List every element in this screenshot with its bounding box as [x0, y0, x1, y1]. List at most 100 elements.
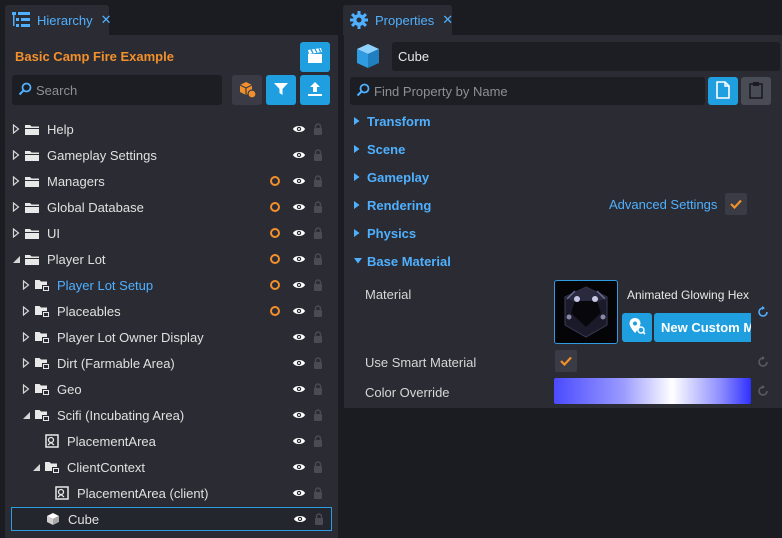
copy-properties-button[interactable]	[708, 77, 738, 105]
tree-item[interactable]: Geo	[11, 377, 332, 401]
reset-icon[interactable]	[757, 306, 769, 318]
expand-arrow-icon[interactable]	[31, 462, 41, 472]
lock-icon[interactable]	[313, 175, 323, 187]
lock-icon[interactable]	[313, 435, 323, 447]
visibility-eye-icon[interactable]	[292, 202, 306, 212]
tree-item[interactable]: ClientContext	[11, 455, 332, 479]
close-icon[interactable]: ✕	[442, 12, 453, 28]
use-smart-material-checkbox[interactable]	[555, 350, 577, 372]
script-icon	[54, 486, 70, 500]
new-custom-material-button[interactable]: New Custom Ma	[654, 313, 751, 342]
visibility-eye-icon[interactable]	[292, 384, 306, 394]
use-smart-material-label: Use Smart Material	[365, 355, 477, 370]
visibility-eye-icon[interactable]	[292, 462, 306, 472]
tree-item[interactable]: Placeables	[11, 299, 332, 323]
tree-item-label: Player Lot Setup	[57, 277, 154, 293]
visibility-eye-icon[interactable]	[292, 410, 306, 420]
visibility-eye-icon[interactable]	[292, 124, 306, 134]
tree-item[interactable]: UI	[11, 221, 332, 245]
lock-icon[interactable]	[313, 305, 323, 317]
reset-icon[interactable]	[757, 385, 769, 397]
clapperboard-icon	[306, 47, 324, 68]
lock-icon[interactable]	[313, 279, 323, 291]
tree-item[interactable]: PlacementArea	[11, 429, 332, 453]
hierarchy-search[interactable]	[12, 75, 222, 105]
section-header[interactable]: Scene	[345, 136, 782, 162]
close-icon[interactable]: ✕	[101, 12, 112, 28]
lock-icon[interactable]	[313, 409, 323, 421]
lock-icon[interactable]	[313, 331, 323, 343]
material-locate-button[interactable]	[622, 313, 652, 342]
tree-item[interactable]: Dirt (Farmable Area)	[11, 351, 332, 375]
lock-icon[interactable]	[313, 383, 323, 395]
upload-button[interactable]	[300, 75, 330, 105]
reset-icon[interactable]	[757, 356, 769, 368]
tree-item[interactable]: Managers	[11, 169, 332, 193]
visibility-eye-icon[interactable]	[292, 176, 306, 186]
section-header[interactable]: Gameplay	[345, 164, 782, 190]
lock-icon[interactable]	[313, 201, 323, 213]
lock-icon[interactable]	[313, 357, 323, 369]
tree-item[interactable]: Player Lot Owner Display	[11, 325, 332, 349]
collapse-arrow-icon[interactable]	[11, 124, 21, 134]
advanced-settings-checkbox[interactable]	[725, 193, 747, 215]
lock-icon[interactable]	[313, 149, 323, 161]
clapperboard-button[interactable]	[300, 42, 330, 72]
search-icon	[18, 82, 32, 99]
tree-item[interactable]: Gameplay Settings	[11, 143, 332, 167]
lock-icon[interactable]	[313, 253, 323, 265]
lock-icon[interactable]	[313, 123, 323, 135]
tree-item[interactable]: Player Lot	[11, 247, 332, 271]
collapse-arrow-icon[interactable]	[21, 306, 31, 316]
tree-item-label: Player Lot	[47, 251, 106, 267]
find-property-search[interactable]	[350, 77, 705, 105]
section-header[interactable]: Base Material	[345, 248, 782, 274]
lock-icon[interactable]	[313, 461, 323, 473]
tree-item[interactable]: Player Lot Setup	[11, 273, 332, 297]
tree-item[interactable]: Cube	[11, 507, 332, 531]
paste-properties-button[interactable]	[741, 77, 771, 105]
collapse-arrow-icon[interactable]	[21, 332, 31, 342]
visibility-eye-icon[interactable]	[293, 514, 307, 524]
collapse-arrow-icon[interactable]	[21, 384, 31, 394]
section-header[interactable]: Physics	[345, 220, 782, 246]
visibility-eye-icon[interactable]	[292, 280, 306, 290]
visibility-eye-icon[interactable]	[292, 358, 306, 368]
search-input[interactable]	[36, 82, 222, 98]
visibility-eye-icon[interactable]	[292, 436, 306, 446]
visibility-eye-icon[interactable]	[292, 150, 306, 160]
collapse-arrow-icon[interactable]	[21, 280, 31, 290]
tab-hierarchy[interactable]: Hierarchy ✕	[5, 5, 112, 35]
tree-item[interactable]: Help	[11, 117, 332, 141]
tree-item[interactable]: Global Database	[11, 195, 332, 219]
tree-item[interactable]: PlacementArea (client)	[11, 481, 332, 505]
object-library-button[interactable]	[232, 75, 262, 105]
visibility-eye-icon[interactable]	[292, 254, 306, 264]
object-name-field[interactable]: Cube	[392, 42, 780, 71]
find-property-input[interactable]	[374, 83, 705, 99]
visibility-eye-icon[interactable]	[292, 306, 306, 316]
expand-arrow-icon[interactable]	[11, 254, 21, 264]
tab-properties[interactable]: Properties ✕	[343, 5, 453, 35]
collapse-arrow-icon[interactable]	[11, 176, 21, 186]
lock-icon[interactable]	[313, 227, 323, 239]
locate-pin-icon	[628, 317, 646, 338]
modified-dot-icon	[270, 202, 280, 212]
visibility-eye-icon[interactable]	[292, 488, 306, 498]
collapse-arrow-icon[interactable]	[11, 228, 21, 238]
group-icon	[34, 278, 50, 292]
material-thumbnail[interactable]	[554, 280, 618, 344]
collapse-arrow-icon[interactable]	[21, 358, 31, 368]
lock-icon[interactable]	[314, 513, 324, 525]
tree-item-label: Cube	[68, 511, 100, 527]
expand-arrow-icon[interactable]	[21, 410, 31, 420]
filter-button[interactable]	[266, 75, 296, 105]
tree-item[interactable]: Scifi (Incubating Area)	[11, 403, 332, 427]
lock-icon[interactable]	[313, 487, 323, 499]
collapse-arrow-icon[interactable]	[11, 202, 21, 212]
visibility-eye-icon[interactable]	[292, 228, 306, 238]
section-header[interactable]: Transform	[345, 108, 782, 134]
collapse-arrow-icon[interactable]	[11, 150, 21, 160]
visibility-eye-icon[interactable]	[292, 332, 306, 342]
color-override-swatch[interactable]	[554, 378, 751, 404]
